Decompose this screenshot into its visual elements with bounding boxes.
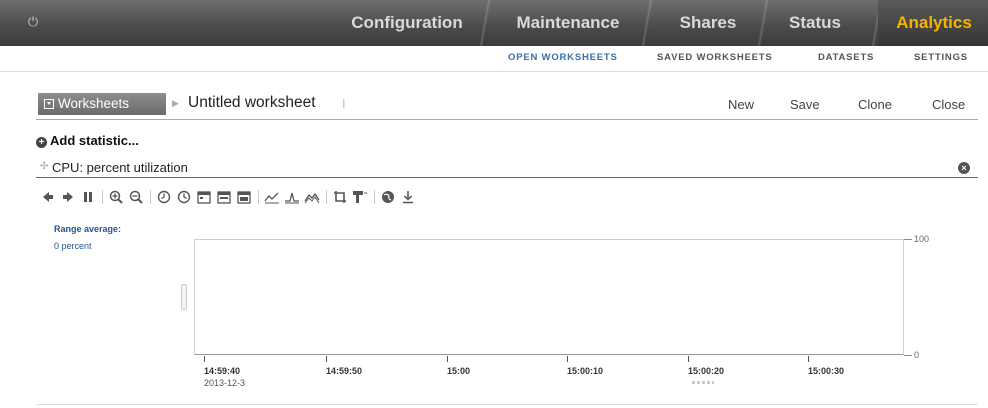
nav-divider [748,0,778,46]
forward-icon[interactable] [60,189,76,205]
worksheet-title[interactable]: Untitled worksheet [188,94,316,112]
power-icon[interactable]: ⏻ [26,15,40,29]
toolbar-divider [150,190,151,204]
calendar-week-icon[interactable] [216,189,232,205]
breadcrumb-arrow-icon: ▶ [172,98,179,108]
worksheets-menu-label: Worksheets [58,96,130,111]
add-statistic-label: Add statistic... [50,133,139,148]
zoom-in-icon[interactable] [108,189,124,205]
toolbar-divider [258,190,259,204]
x-tick [567,356,568,362]
x-tick-label: 15:00:30 [808,366,845,376]
subnav-saved-worksheets[interactable]: SAVED WORKSHEETS [657,52,773,63]
subnav-settings[interactable]: SETTINGS [914,52,968,63]
calendar-day-icon[interactable] [196,189,212,205]
tab-status[interactable]: Status [782,8,848,38]
range-average-label: Range average: [54,224,122,234]
tab-maintenance[interactable]: Maintenance [508,8,628,38]
x-tick [447,356,448,362]
worksheet-header: Worksheets ▶ Untitled worksheet I New Sa… [36,90,978,120]
worksheets-menu-button[interactable]: Worksheets [38,93,166,115]
range-average-value: 0 percent [54,241,92,251]
text-cursor-icon: I [342,96,346,111]
subnav-open-worksheets[interactable]: OPEN WORKSHEETS [508,52,618,63]
save-button[interactable]: Save [790,97,820,112]
sub-nav-bar: OPEN WORKSHEETS SAVED WORKSHEETS DATASET… [0,46,988,72]
nav-divider [632,0,662,46]
peak-chart-icon[interactable] [284,189,300,205]
download-icon[interactable] [400,189,416,205]
add-statistic-button[interactable]: + Add statistic... [36,133,139,148]
top-nav-bar: ⏻ Configuration Maintenance Shares Statu… [0,0,988,46]
clock-back-icon[interactable] [156,189,172,205]
statistic-label: CPU: percent utilization [52,160,188,175]
chart-plot-area[interactable] [194,239,904,355]
resize-handle[interactable] [181,284,187,310]
close-statistic-icon[interactable]: × [958,162,970,174]
y-tick-label: 100 [914,234,930,244]
tab-configuration[interactable]: Configuration [344,8,470,38]
drilldown-icon[interactable] [352,189,368,205]
x-tick-label: 15:00:20 [688,366,725,376]
globe-icon[interactable] [380,189,396,205]
pause-icon[interactable] [80,189,96,205]
time-scroll-marker[interactable] [692,381,714,384]
area-chart-icon[interactable] [304,189,320,205]
back-icon[interactable] [40,189,56,205]
line-chart-icon[interactable] [264,189,280,205]
plus-icon: + [36,137,47,148]
crop-icon[interactable] [332,189,348,205]
calendar-month-icon[interactable] [236,189,252,205]
zoom-out-icon[interactable] [128,189,144,205]
close-button[interactable]: Close [932,97,965,112]
x-tick [326,356,327,362]
new-button[interactable]: New [728,97,754,112]
x-tick-label: 14:59:40 [204,366,241,376]
chart-toolbar [40,186,420,208]
clone-button[interactable]: Clone [858,97,892,112]
nav-divider [470,0,500,46]
x-axis-date-label: 2013-12-3 [204,378,246,388]
x-tick [204,356,205,362]
x-tick-label: 15:00 [447,366,471,376]
toolbar-divider [374,190,375,204]
x-tick-label: 14:59:50 [326,366,363,376]
toolbar-divider [326,190,327,204]
divider [36,404,978,405]
statistic-row: ✣ CPU: percent utilization × [36,158,978,178]
subnav-datasets[interactable]: DATASETS [818,52,874,63]
y-tick-label: 0 [914,350,920,360]
drag-handle-icon[interactable]: ✣ [40,161,48,172]
tab-analytics[interactable]: Analytics [888,8,980,38]
y-tick [904,239,912,240]
x-tick [808,356,809,362]
clock-forward-icon[interactable] [176,189,192,205]
toolbar-divider [102,190,103,204]
y-tick [904,355,912,356]
tab-shares[interactable]: Shares [672,8,744,38]
x-tick-label: 15:00:10 [567,366,604,376]
dropdown-icon [44,99,54,109]
x-tick [688,356,689,362]
